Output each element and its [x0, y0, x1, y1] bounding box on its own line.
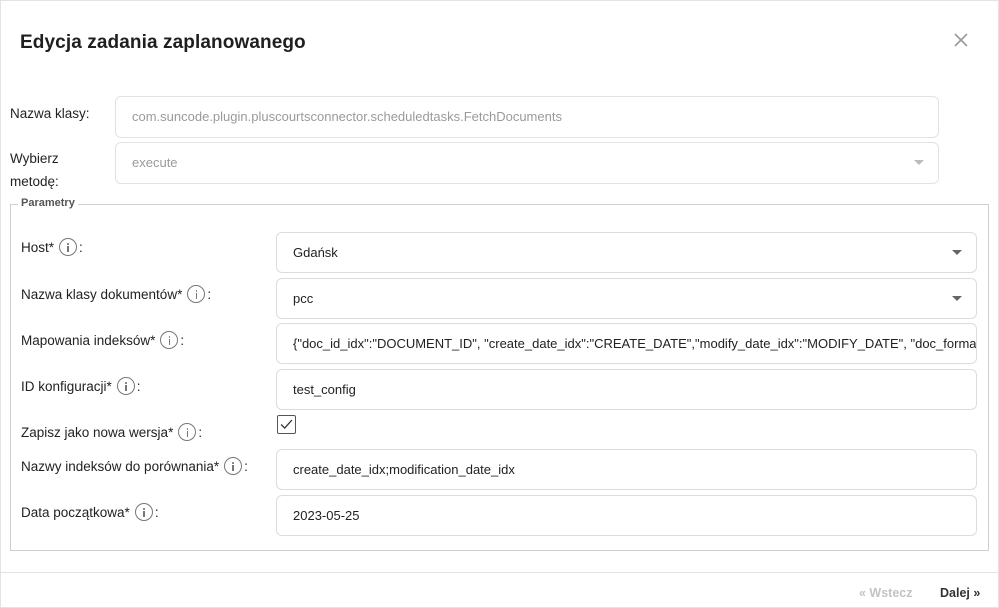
info-icon[interactable] — [116, 377, 135, 396]
save-version-label-row: Zapisz jako nowa wersja*: — [21, 422, 202, 444]
index-mapping-input[interactable]: {"doc_id_idx":"DOCUMENT_ID", "create_dat… — [276, 323, 977, 364]
save-version-label: Zapisz jako nowa wersja* — [21, 425, 174, 440]
host-label-colon: : — [79, 240, 83, 255]
back-button[interactable]: « Wstecz — [859, 586, 913, 600]
compare-indexes-label: Nazwy indeksów do porównania* — [21, 459, 220, 474]
info-icon[interactable] — [224, 457, 243, 476]
chevron-down-icon — [914, 160, 924, 165]
start-date-label: Data początkowa* — [21, 505, 130, 520]
compare-indexes-label-row: Nazwy indeksów do porównania*: — [21, 456, 248, 478]
compare-indexes-label-colon: : — [244, 459, 248, 474]
info-icon[interactable] — [160, 331, 179, 350]
doc-class-label-colon: : — [207, 287, 212, 302]
save-version-checkbox[interactable] — [277, 415, 296, 434]
index-mapping-label: Mapowania indeksów* — [21, 333, 156, 348]
index-mapping-label-colon: : — [180, 333, 185, 348]
config-id-label-row: ID konfiguracji*: — [21, 376, 141, 398]
index-mapping-label-row: Mapowania indeksów*: — [21, 330, 184, 352]
close-icon[interactable] — [951, 30, 971, 50]
host-value: Gdańsk — [293, 245, 338, 260]
index-mapping-value: {"doc_id_idx":"DOCUMENT_ID", "create_dat… — [293, 336, 977, 351]
doc-class-label-row: Nazwa klasy dokumentów*: — [21, 284, 211, 306]
info-icon[interactable] — [59, 238, 78, 257]
method-value: execute — [132, 155, 178, 170]
method-select: execute — [115, 142, 939, 184]
method-label-line2: metodę: — [10, 174, 59, 189]
config-id-input[interactable]: test_config — [276, 369, 977, 410]
info-icon[interactable] — [178, 423, 197, 442]
check-icon — [280, 419, 293, 429]
doc-class-value: pcc — [293, 291, 314, 306]
parameters-legend: Parametry — [18, 197, 78, 209]
save-version-label-colon: : — [198, 425, 203, 440]
edit-scheduled-task-dialog: Edycja zadania zaplanowanego Nazwa klasy… — [0, 0, 999, 608]
dialog-title: Edycja zadania zaplanowanego — [20, 32, 306, 53]
start-date-input[interactable]: 2023-05-25 — [276, 495, 977, 536]
host-label-row: Host*: — [21, 237, 83, 259]
start-date-label-colon: : — [154, 505, 159, 520]
class-name-value: com.suncode.plugin.pluscourtsconnector.s… — [132, 109, 562, 124]
method-label-line1: Wybierz — [10, 151, 59, 166]
chevron-down-icon — [952, 250, 962, 255]
info-icon[interactable] — [187, 285, 206, 304]
host-select[interactable]: Gdańsk — [276, 232, 977, 273]
config-id-label: ID konfiguracji* — [21, 379, 112, 394]
compare-indexes-value: create_date_idx;modification_date_idx — [293, 462, 515, 477]
start-date-label-row: Data początkowa*: — [21, 502, 159, 524]
footer-divider — [1, 572, 999, 573]
config-id-label-colon: : — [136, 379, 141, 394]
next-button[interactable]: Dalej » — [940, 586, 980, 600]
class-name-input: com.suncode.plugin.pluscourtsconnector.s… — [115, 96, 939, 138]
doc-class-select[interactable]: pcc — [276, 278, 977, 319]
start-date-value: 2023-05-25 — [293, 508, 360, 523]
config-id-value: test_config — [293, 382, 356, 397]
info-icon[interactable] — [134, 503, 153, 522]
host-label: Host* — [21, 240, 55, 255]
doc-class-label: Nazwa klasy dokumentów* — [21, 287, 183, 302]
compare-indexes-input[interactable]: create_date_idx;modification_date_idx — [276, 449, 977, 490]
chevron-down-icon — [952, 296, 962, 301]
class-name-label: Nazwa klasy: — [10, 106, 90, 121]
